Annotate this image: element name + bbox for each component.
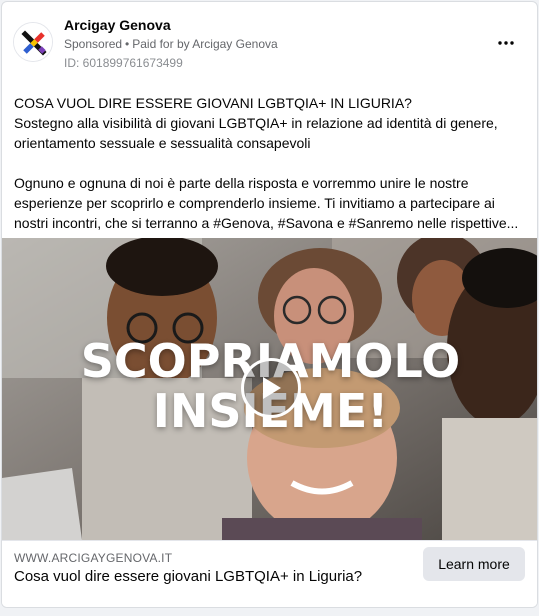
- page-avatar[interactable]: [13, 22, 53, 62]
- body-line: orientamento sessuale e sessualità consa…: [14, 135, 311, 151]
- ad-video[interactable]: SCOPRIAMOLO INSIEME!: [2, 238, 537, 540]
- link-footer[interactable]: WWW.ARCIGAYGENOVA.IT Cosa vuol dire esse…: [2, 540, 537, 607]
- body-line: COSA VUOL DIRE ESSERE GIOVANI LGBTQIA+ I…: [14, 95, 412, 111]
- ad-id: ID: 601899761673499: [64, 56, 183, 70]
- link-title[interactable]: Cosa vuol dire essere giovani LGBTQIA+ i…: [14, 568, 362, 585]
- paid-for-label: Paid for by Arcigay Genova: [132, 37, 278, 51]
- sponsored-label: Sponsored: [64, 37, 123, 51]
- body-line: esperienze per scoprirlo e comprenderlo …: [14, 195, 495, 211]
- arcigay-logo-icon: [14, 23, 52, 61]
- body-line: Ognuno e ognuna di noi è parte della ris…: [14, 175, 469, 191]
- ad-header: Arcigay Genova Sponsored • Paid for by Arc…: [2, 2, 537, 80]
- link-domain: WWW.ARCIGAYGENOVA.IT: [14, 551, 173, 565]
- separator-dot: •: [125, 37, 130, 51]
- sponsor-line: Sponsored • Paid for by Arcigay Genova: [64, 37, 278, 51]
- body-line: Sostegno alla visibilità di giovani LGBT…: [14, 115, 498, 131]
- body-line: nostri incontri, che si terranno a #Geno…: [14, 215, 519, 231]
- play-button[interactable]: [241, 358, 301, 418]
- learn-more-button[interactable]: Learn more: [423, 547, 525, 581]
- play-icon: [263, 377, 281, 399]
- ad-body-text: COSA VUOL DIRE ESSERE GIOVANI LGBTQIA+ I…: [14, 93, 526, 233]
- more-options-icon: [498, 41, 514, 45]
- ad-card: Arcigay Genova Sponsored • Paid for by Arc…: [1, 1, 538, 608]
- more-options-button[interactable]: [493, 30, 519, 56]
- page-name[interactable]: Arcigay Genova: [64, 17, 171, 33]
